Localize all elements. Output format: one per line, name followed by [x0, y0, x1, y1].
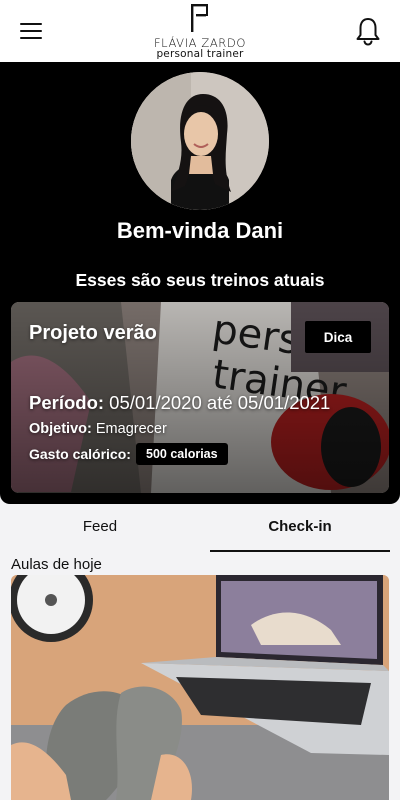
bell-icon[interactable] — [354, 16, 382, 46]
tab-bar: Feed Check-in — [0, 504, 400, 552]
goal-value: Emagrecer — [95, 421, 167, 437]
program-title: Projeto verão — [29, 322, 157, 344]
period-value: 05/01/2020 até 05/01/2021 — [109, 392, 331, 413]
class-card[interactable] — [11, 575, 389, 800]
tab-check-in[interactable]: Check-in — [210, 504, 390, 552]
hamburger-menu-icon[interactable] — [20, 22, 42, 40]
brand-logo: FLÁVIA ZARDO personal trainer — [130, 2, 270, 60]
logo-subtitle: personal trainer — [156, 48, 244, 60]
hero-subtitle: Esses são seus treinos atuais — [75, 270, 325, 290]
active-tab-indicator — [210, 550, 390, 552]
class-card-photo — [11, 575, 389, 800]
avatar-photo — [131, 72, 269, 210]
logo-mark-icon — [191, 4, 208, 32]
goal-label: Objetivo: — [29, 421, 92, 437]
today-classes-label: Aulas de hoje — [11, 556, 102, 573]
tab-feed[interactable]: Feed — [10, 504, 190, 552]
calories-label: Gasto calórico: — [29, 446, 131, 462]
program-goal: Objetivo: Emagrecer — [29, 421, 167, 437]
period-label: Período: — [29, 392, 105, 413]
app-bar: FLÁVIA ZARDO personal trainer — [0, 0, 400, 62]
program-card[interactable]: person trainer Projeto verão Dica Períod… — [11, 302, 389, 493]
hero-section: Bem-vinda Dani Esses são seus treinos at… — [0, 62, 400, 504]
calories-badge: 500 calorias — [136, 443, 228, 465]
greeting-title: Bem-vinda Dani — [116, 218, 284, 243]
tip-button[interactable]: Dica — [305, 321, 371, 353]
avatar — [131, 72, 269, 210]
program-period: Período: 05/01/2020 até 05/01/2021 — [29, 392, 330, 414]
